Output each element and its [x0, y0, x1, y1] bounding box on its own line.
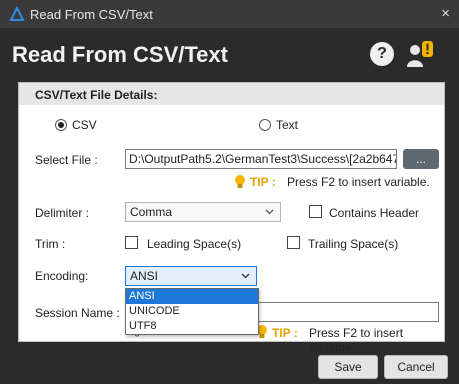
bulb-icon — [235, 175, 245, 188]
file-path-input[interactable]: D:\OutputPath5.2\GermanTest3\Success\[2a… — [125, 149, 397, 169]
contains-header-label: Contains Header — [329, 206, 420, 220]
help-icon[interactable]: ? — [370, 42, 394, 66]
delimiter-select[interactable]: Comma — [125, 202, 281, 222]
section-header: CSV/Text File Details: — [19, 83, 444, 105]
csv-radio-label: CSV — [72, 118, 97, 132]
session-tip-key: TIP : — [272, 326, 298, 340]
browse-button[interactable]: ... — [403, 149, 439, 169]
chevron-down-icon — [265, 209, 274, 215]
encoding-option-unicode[interactable]: UNICODE — [126, 304, 258, 319]
chevron-down-icon — [241, 273, 250, 279]
encoding-option-utf8[interactable]: UTF8 — [126, 319, 258, 334]
window-titlebar: Read From CSV/Text × — [0, 0, 459, 28]
trailing-space-checkbox[interactable] — [287, 236, 300, 249]
save-button[interactable]: Save — [318, 355, 378, 379]
trim-label: Trim : — [35, 237, 66, 251]
text-radio-label: Text — [276, 118, 299, 132]
encoding-option-ansi[interactable]: ANSI — [126, 289, 258, 304]
close-icon[interactable]: × — [441, 5, 450, 22]
leading-space-label: Leading Space(s) — [147, 237, 242, 251]
encoding-dropdown-list: ANSI UNICODE UTF8 — [125, 288, 259, 335]
text-radio[interactable] — [259, 119, 271, 131]
window-title: Read From CSV/Text — [30, 7, 153, 22]
file-tip-key: TIP : — [250, 175, 276, 189]
csv-details-panel: CSV/Text File Details: CSV Text Select F… — [18, 82, 445, 354]
contains-header-checkbox[interactable] — [309, 205, 322, 218]
app-logo-icon — [9, 6, 25, 21]
file-tip-text: Press F2 to insert variable. — [287, 175, 430, 189]
dialog-title: Read From CSV/Text — [12, 42, 228, 67]
trailing-space-label: Trailing Space(s) — [308, 237, 399, 251]
session-tip-text: Press F2 to insert variable. — [309, 326, 404, 354]
csv-radio[interactable] — [55, 119, 67, 131]
cancel-button[interactable]: Cancel — [384, 355, 448, 379]
session-name-label: Session Name : — [35, 306, 120, 320]
select-file-label: Select File : — [35, 153, 98, 167]
notification-icon[interactable] — [405, 39, 435, 69]
encoding-value: ANSI — [130, 269, 159, 283]
leading-space-checkbox[interactable] — [125, 236, 138, 249]
encoding-select[interactable]: ANSI — [125, 266, 257, 286]
dialog-header: Read From CSV/Text ? — [0, 28, 459, 82]
delimiter-label: Delimiter : — [35, 206, 90, 220]
delimiter-value: Comma — [130, 205, 173, 219]
encoding-label: Encoding: — [35, 269, 89, 283]
section-title: CSV/Text File Details: — [35, 88, 158, 102]
